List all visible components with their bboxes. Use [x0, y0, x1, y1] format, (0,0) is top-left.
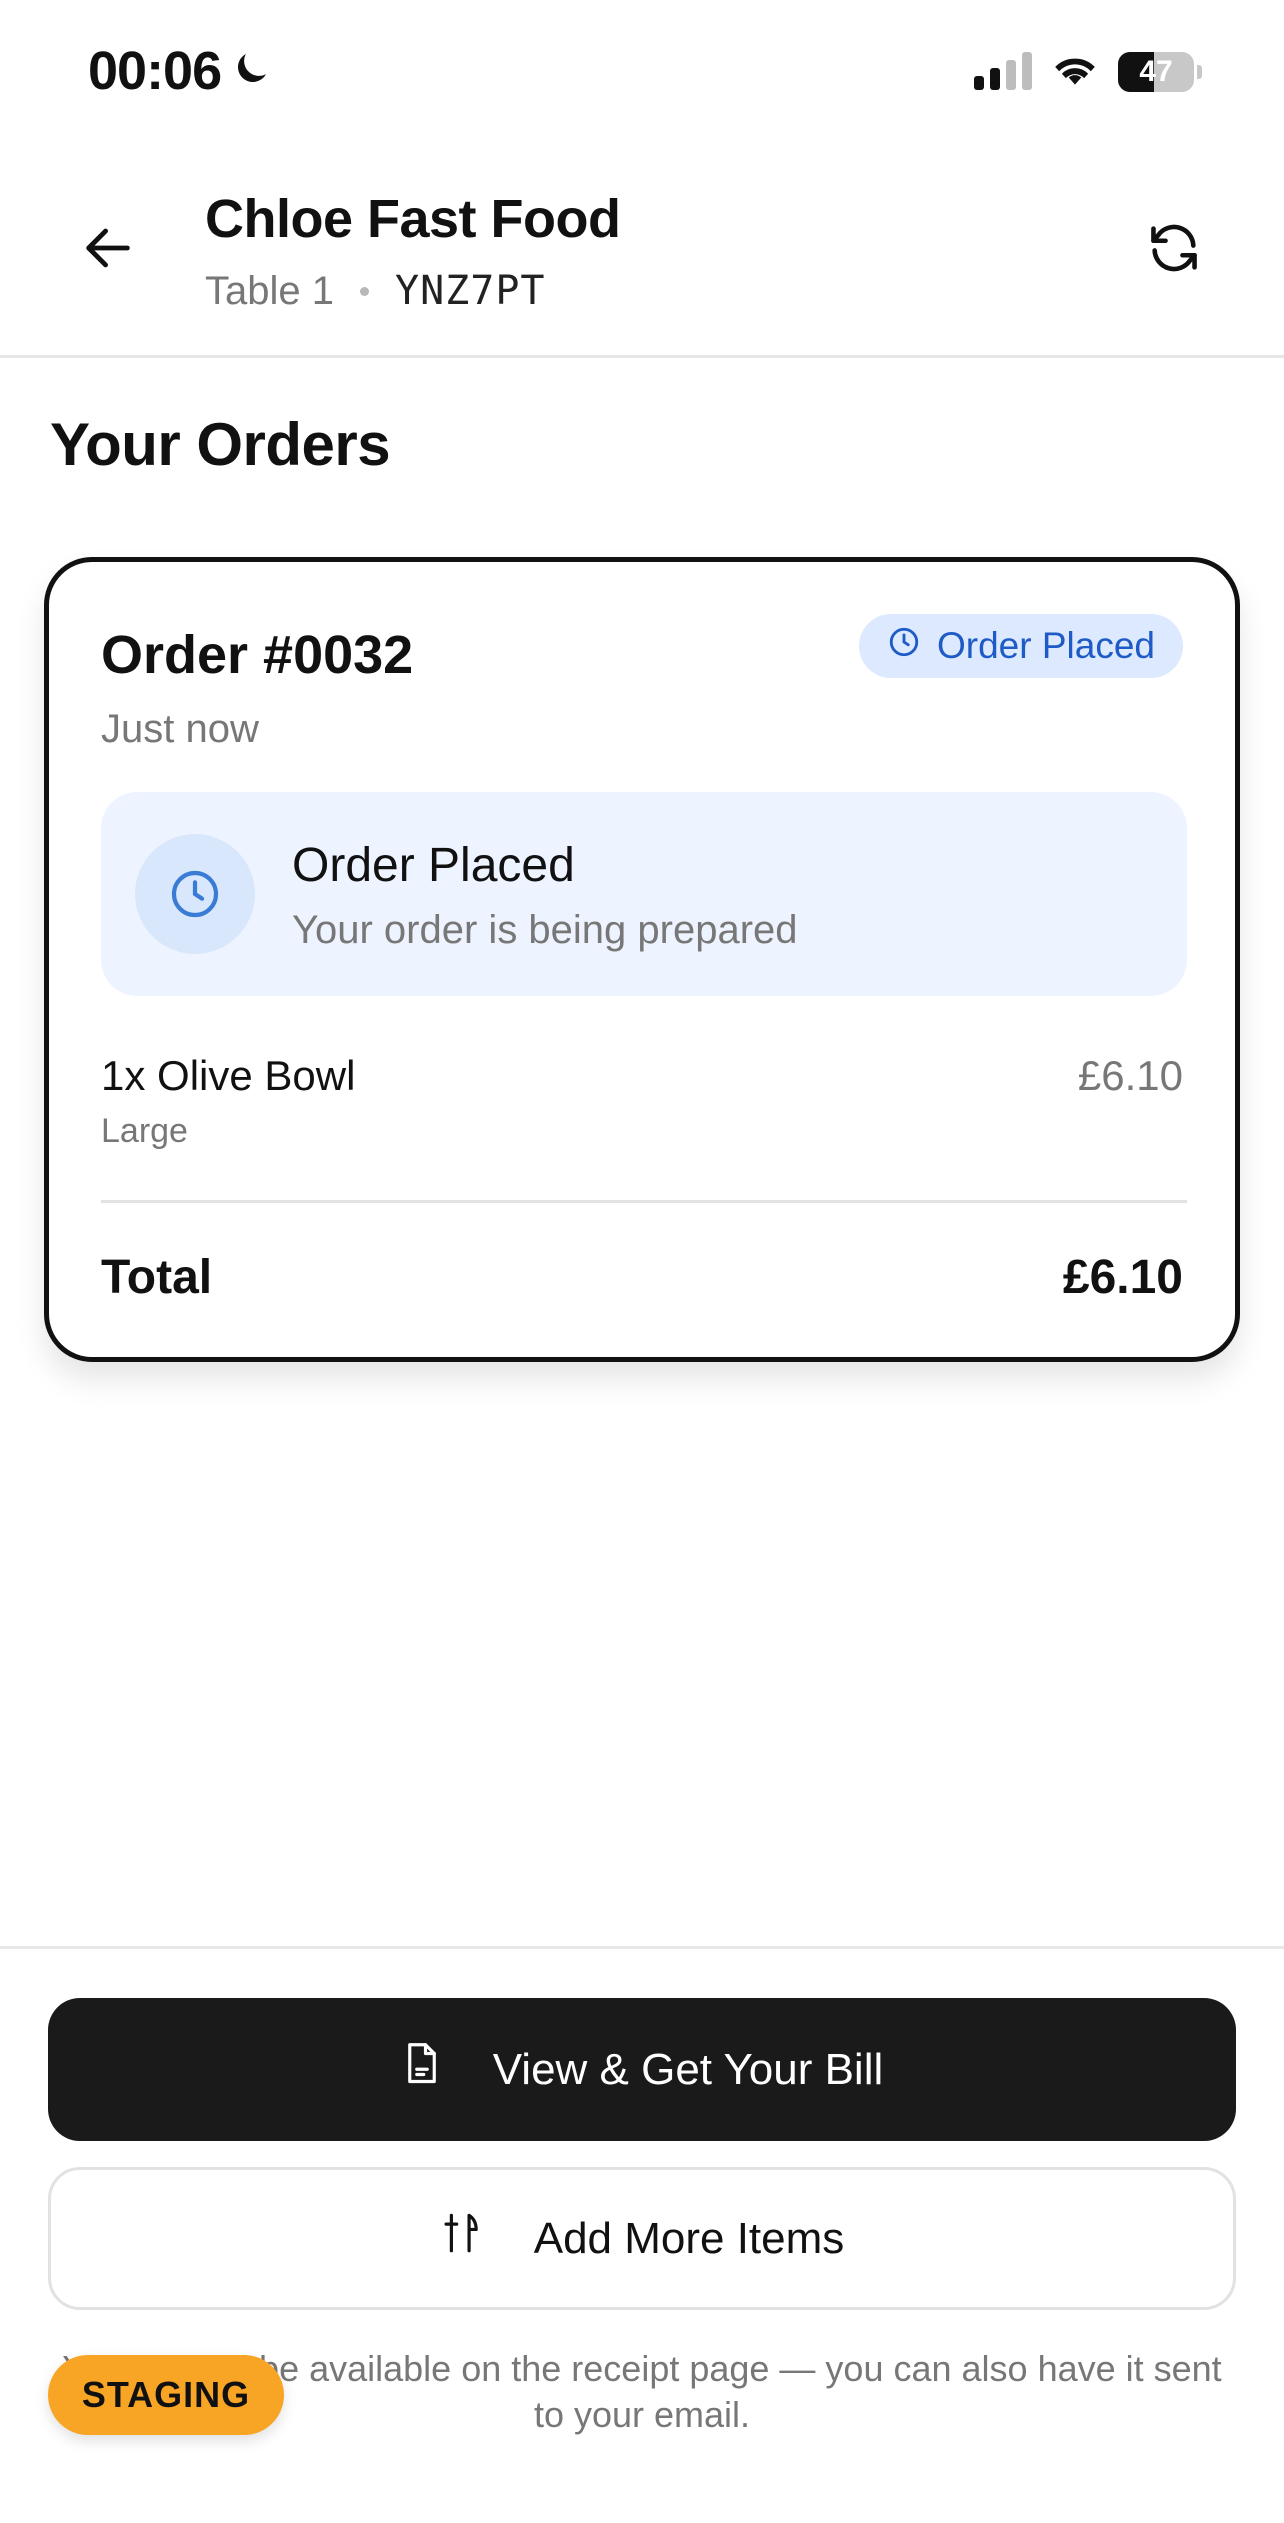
clock-icon	[887, 625, 921, 668]
status-clock-icon	[135, 834, 255, 954]
status-time-text: 00:06	[88, 41, 222, 101]
refresh-button[interactable]	[1134, 210, 1214, 290]
signal-icon	[974, 51, 1032, 90]
separator-dot	[359, 286, 369, 296]
back-button[interactable]	[68, 210, 148, 290]
total-value: £6.10	[1062, 1251, 1183, 1304]
session-code: YNZ7PT	[394, 268, 546, 314]
page-title: Your Orders	[50, 411, 391, 478]
add-more-items-label: Add More Items	[533, 2213, 845, 2263]
status-badge-label: Order Placed	[937, 625, 1155, 666]
add-more-items-button[interactable]: Add More Items	[48, 2167, 1236, 2310]
table-label: Table 1	[205, 268, 334, 313]
utensils-icon	[440, 2210, 484, 2267]
battery-nub	[1197, 64, 1202, 79]
status-panel: Order Placed Your order is being prepare…	[101, 792, 1187, 996]
refresh-icon	[1145, 219, 1203, 282]
status-time: 00:06	[88, 40, 273, 102]
status-bar: 00:06 47	[0, 0, 1284, 150]
wifi-icon	[1050, 50, 1100, 93]
table-info: Table 1 YNZ7PT	[205, 268, 545, 314]
moon-icon	[231, 40, 273, 102]
status-message: Your order is being prepared	[292, 908, 798, 952]
battery-level: 47	[1139, 54, 1173, 88]
view-bill-button[interactable]: View & Get Your Bill	[48, 1998, 1236, 2141]
receipt-icon	[401, 2041, 443, 2098]
header: Chloe Fast Food Table 1 YNZ7PT	[0, 160, 1284, 358]
status-indicators: 47	[974, 50, 1202, 93]
status-title: Order Placed	[292, 839, 575, 892]
order-number: Order #0032	[101, 625, 414, 685]
order-item-variant: Large	[101, 1112, 188, 1150]
divider	[101, 1200, 1187, 1203]
order-item-price: £6.10	[1077, 1052, 1183, 1099]
staging-badge: STAGING	[48, 2355, 284, 2435]
order-card: Order #0032 Just now Order Placed Order …	[44, 557, 1240, 1362]
order-item-name: 1x Olive Bowl	[101, 1052, 356, 1099]
status-badge: Order Placed	[859, 614, 1183, 678]
view-bill-label: View & Get Your Bill	[492, 2044, 884, 2094]
total-label: Total	[101, 1251, 213, 1304]
arrow-left-icon	[79, 219, 137, 282]
bottom-divider	[0, 1946, 1284, 1949]
battery-icon: 47	[1118, 51, 1194, 92]
order-time: Just now	[101, 707, 259, 751]
restaurant-name: Chloe Fast Food	[205, 189, 621, 249]
